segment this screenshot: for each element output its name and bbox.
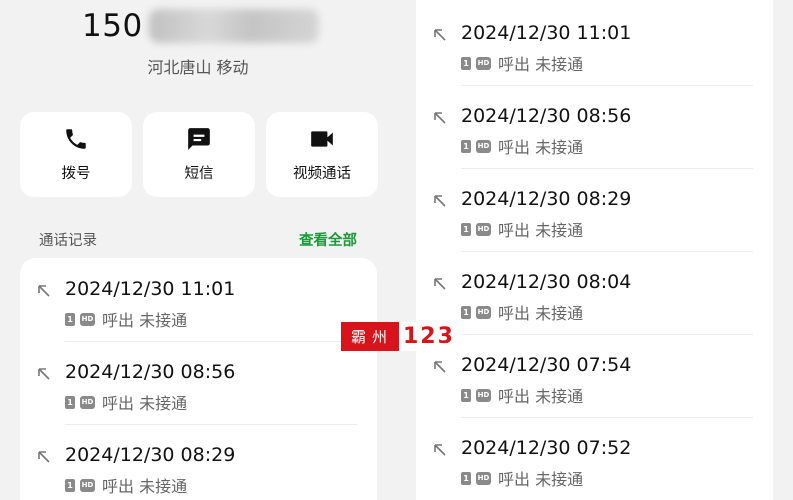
call-status: 呼出 未接通: [498, 138, 584, 157]
call-meta: 1 HD 呼出 未接通: [461, 217, 583, 241]
call-status: 呼出 未接通: [498, 221, 584, 240]
calllog-entry[interactable]: 2024/12/30 07:52 1 HD 呼出 未接通: [416, 437, 773, 500]
hd-icon: HD: [80, 312, 95, 326]
call-status: 呼出 未接通: [102, 311, 188, 330]
call-time: 2024/12/30 11:01: [461, 22, 632, 44]
hd-icon: HD: [476, 56, 491, 70]
hd-icon: HD: [80, 478, 95, 492]
sim-card-icon: 1: [461, 56, 471, 70]
call-time: 2024/12/30 11:01: [65, 278, 236, 300]
call-time: 2024/12/30 08:56: [65, 361, 236, 383]
outgoing-arrow-icon: [433, 111, 447, 125]
sim-card-icon: 1: [461, 222, 471, 236]
call-status: 呼出 未接通: [498, 55, 584, 74]
call-status: 呼出 未接通: [498, 387, 584, 406]
sim-card-icon: 1: [461, 471, 471, 485]
hd-icon: HD: [476, 388, 491, 402]
call-meta: 1 HD 呼出 未接通: [65, 390, 187, 414]
sms-button[interactable]: 短信: [143, 112, 255, 197]
divider: [65, 341, 357, 342]
hd-icon: HD: [476, 139, 491, 153]
outgoing-arrow-icon: [433, 443, 447, 457]
calllog-entry[interactable]: 2024/12/30 08:56 1 HD 呼出 未接通: [416, 105, 773, 175]
call-time: 2024/12/30 08:56: [461, 105, 632, 127]
outgoing-arrow-icon: [433, 277, 447, 291]
action-buttons: 拨号 短信 视频通话: [20, 112, 378, 197]
call-meta: 1 HD 呼出 未接通: [65, 307, 187, 331]
call-status: 呼出 未接通: [102, 477, 188, 496]
contact-detail-pane: 150 河北唐山 移动 拨号 短信 视频通话 通话记录 查看全部 2024/12…: [0, 0, 396, 500]
hd-icon: HD: [476, 471, 491, 485]
sim-card-icon: 1: [65, 478, 75, 492]
dial-button[interactable]: 拨号: [20, 112, 132, 197]
hd-icon: HD: [476, 305, 491, 319]
sim-card-icon: 1: [461, 388, 471, 402]
divider: [461, 417, 753, 418]
calllog-entry[interactable]: 2024/12/30 11:01 1 HD 呼出 未接通: [20, 278, 377, 348]
outgoing-arrow-icon: [37, 450, 51, 464]
outgoing-arrow-icon: [433, 28, 447, 42]
contact-number[interactable]: 150: [82, 6, 319, 46]
sim-card-icon: 1: [65, 312, 75, 326]
video-call-button[interactable]: 视频通话: [266, 112, 378, 197]
view-all-link[interactable]: 查看全部: [299, 229, 357, 250]
watermark-chars: 霸州: [341, 322, 399, 351]
calllog-title: 通话记录: [39, 233, 97, 249]
contact-location: 河北唐山 移动: [147, 58, 249, 77]
call-meta: 1 HD 呼出 未接通: [461, 134, 583, 158]
calllog-entry[interactable]: 2024/12/30 07:54 1 HD 呼出 未接通: [416, 354, 773, 424]
outgoing-arrow-icon: [37, 284, 51, 298]
video-call-button-label: 视频通话: [293, 166, 351, 182]
calllog-entry[interactable]: 2024/12/30 08:29 1 HD 呼出 未接通: [20, 444, 377, 500]
watermark-logo: 霸州 123: [341, 322, 459, 351]
video-camera-icon: [311, 131, 333, 147]
divider: [65, 424, 357, 425]
watermark-number: 123: [399, 322, 459, 351]
contact-number-prefix: 150: [82, 8, 143, 44]
call-time: 2024/12/30 08:29: [461, 188, 632, 210]
message-icon: [188, 128, 210, 150]
calllog-full-list: 2024/12/30 11:01 1 HD 呼出 未接通 2024/12/30 …: [416, 0, 773, 500]
contact-number-redacted: [148, 9, 319, 43]
sim-card-icon: 1: [461, 305, 471, 319]
dial-button-label: 拨号: [61, 166, 91, 182]
call-time: 2024/12/30 07:52: [461, 437, 632, 459]
call-meta: 1 HD 呼出 未接通: [461, 466, 583, 490]
calllog-entry[interactable]: 2024/12/30 08:29 1 HD 呼出 未接通: [416, 188, 773, 258]
divider: [461, 251, 753, 252]
call-meta: 1 HD 呼出 未接通: [461, 51, 583, 75]
phone-icon: [66, 129, 86, 149]
call-time: 2024/12/30 08:29: [65, 444, 236, 466]
call-meta: 1 HD 呼出 未接通: [461, 300, 583, 324]
calllog-entry[interactable]: 2024/12/30 11:01 1 HD 呼出 未接通: [416, 22, 773, 92]
calllog-list: 2024/12/30 11:01 1 HD 呼出 未接通 2024/12/30 …: [20, 258, 377, 500]
call-time: 2024/12/30 08:04: [461, 271, 632, 293]
call-status: 呼出 未接通: [498, 304, 584, 323]
call-meta: 1 HD 呼出 未接通: [65, 473, 187, 497]
call-meta: 1 HD 呼出 未接通: [461, 383, 583, 407]
calllog-entry[interactable]: 2024/12/30 08:04 1 HD 呼出 未接通: [416, 271, 773, 341]
divider: [461, 334, 753, 335]
calllog-header: 通话记录 查看全部: [39, 229, 357, 250]
call-status: 呼出 未接通: [498, 470, 584, 489]
calllog-entry[interactable]: 2024/12/30 08:56 1 HD 呼出 未接通: [20, 361, 377, 431]
sms-button-label: 短信: [184, 166, 214, 182]
outgoing-arrow-icon: [433, 194, 447, 208]
hd-icon: HD: [476, 222, 491, 236]
sim-card-icon: 1: [65, 395, 75, 409]
outgoing-arrow-icon: [37, 367, 51, 381]
sim-card-icon: 1: [461, 139, 471, 153]
call-time: 2024/12/30 07:54: [461, 354, 632, 376]
call-status: 呼出 未接通: [102, 394, 188, 413]
hd-icon: HD: [80, 395, 95, 409]
divider: [461, 85, 753, 86]
outgoing-arrow-icon: [433, 360, 447, 374]
divider: [461, 168, 753, 169]
